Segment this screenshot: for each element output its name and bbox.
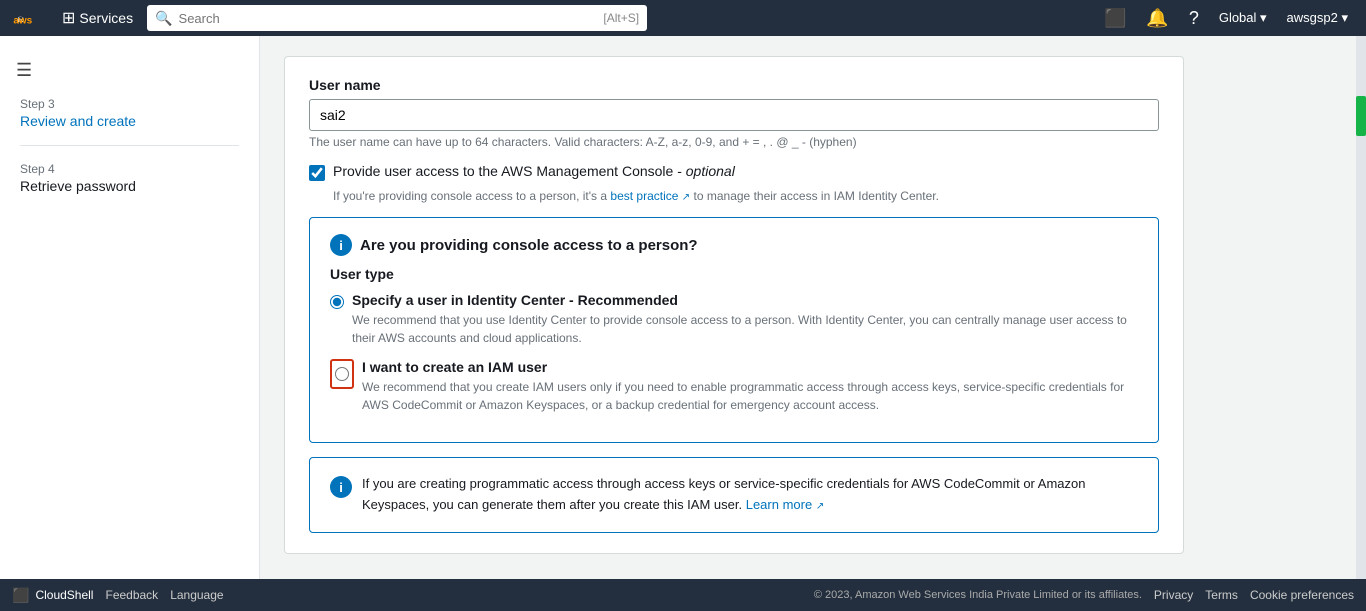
terms-link[interactable]: Terms bbox=[1205, 588, 1238, 602]
bell-icon[interactable]: 🔔 bbox=[1140, 6, 1174, 31]
info-card-title: i Are you providing console access to a … bbox=[330, 234, 1138, 256]
console-access-info-card: i Are you providing console access to a … bbox=[309, 217, 1159, 443]
radio-iam-user-label: I want to create an IAM user bbox=[362, 359, 1138, 375]
console-access-text: Provide user access to the AWS Managemen… bbox=[333, 163, 686, 179]
services-nav[interactable]: ⊞ Services bbox=[56, 8, 139, 28]
radio-identity-center-input[interactable] bbox=[330, 295, 344, 309]
best-practice-link[interactable]: best practice ↗ bbox=[610, 189, 690, 203]
radio-iam-user: I want to create an IAM user We recommen… bbox=[330, 359, 1138, 414]
step3-label: Step 3 bbox=[20, 97, 239, 111]
radio-identity-center-desc: We recommend that you use Identity Cente… bbox=[352, 311, 1138, 347]
content-area: User name The user name can have up to 6… bbox=[260, 36, 1356, 579]
copyright-text: © 2023, Amazon Web Services India Privat… bbox=[814, 589, 1142, 601]
sidebar-divider1 bbox=[20, 145, 239, 146]
radio-iam-user-input[interactable] bbox=[335, 367, 349, 381]
step4-label: Step 4 bbox=[20, 162, 239, 176]
cookies-link[interactable]: Cookie preferences bbox=[1250, 588, 1354, 602]
info-icon: i bbox=[330, 234, 352, 256]
user-menu[interactable]: awsgsp2 ▾ bbox=[1281, 8, 1354, 28]
cloudshell-icon: ⬛ bbox=[12, 587, 29, 604]
step4-title: Retrieve password bbox=[20, 178, 239, 194]
sidebar: ☰ Step 3 Review and create Step 4 Retrie… bbox=[0, 36, 260, 579]
search-shortcut: [Alt+S] bbox=[603, 11, 639, 25]
programmatic-info-card: i If you are creating programmatic acces… bbox=[309, 457, 1159, 533]
top-navigation: aws ⊞ Services 🔍 [Alt+S] ⬛ 🔔 ? Global ▾ … bbox=[0, 0, 1366, 36]
radio-iam-user-desc: We recommend that you create IAM users o… bbox=[362, 378, 1138, 414]
region-selector[interactable]: Global ▾ bbox=[1213, 8, 1273, 28]
aws-logo[interactable]: aws bbox=[12, 6, 48, 30]
grid-icon: ⊞ bbox=[62, 8, 75, 28]
search-input[interactable] bbox=[179, 11, 598, 26]
search-icon: 🔍 bbox=[155, 10, 172, 27]
terminal-icon[interactable]: ⬛ bbox=[1098, 6, 1132, 31]
language-link[interactable]: Language bbox=[170, 588, 223, 602]
learn-more-link[interactable]: Learn more ↗ bbox=[746, 497, 825, 512]
console-access-label: Provide user access to the AWS Managemen… bbox=[333, 163, 735, 179]
user-form-card: User name The user name can have up to 6… bbox=[284, 56, 1184, 554]
privacy-link[interactable]: Privacy bbox=[1154, 588, 1193, 602]
user-type-label: User type bbox=[330, 266, 1138, 282]
cloudshell-button[interactable]: ⬛ CloudShell bbox=[12, 587, 93, 604]
username-input[interactable] bbox=[309, 99, 1159, 131]
feedback-link[interactable]: Feedback bbox=[105, 588, 158, 602]
username-hint: The user name can have up to 64 characte… bbox=[309, 135, 1159, 149]
search-bar[interactable]: 🔍 [Alt+S] bbox=[147, 5, 647, 31]
help-icon[interactable]: ? bbox=[1183, 6, 1205, 31]
programmatic-info-text: If you are creating programmatic access … bbox=[362, 474, 1138, 516]
action-bar: Cancel Next bbox=[284, 570, 1224, 579]
radio-identity-center-label: Specify a user in Identity Center - Reco… bbox=[352, 292, 1138, 308]
svg-text:aws: aws bbox=[13, 16, 32, 27]
sidebar-toggle[interactable]: ☰ bbox=[0, 52, 259, 89]
username-label: User name bbox=[309, 77, 1159, 93]
cloudshell-label: CloudShell bbox=[35, 588, 93, 602]
radio-identity-center: Specify a user in Identity Center - Reco… bbox=[330, 292, 1138, 347]
optional-text: optional bbox=[686, 163, 735, 179]
sidebar-step4: Step 4 Retrieve password bbox=[0, 154, 259, 202]
console-hint: If you're providing console access to a … bbox=[333, 189, 1159, 203]
console-access-checkbox[interactable] bbox=[309, 165, 325, 181]
scrollbar-thumb[interactable] bbox=[1356, 96, 1366, 136]
info-icon-2: i bbox=[330, 476, 352, 498]
radio-iam-highlight bbox=[330, 359, 354, 389]
sidebar-step3: Step 3 Review and create bbox=[0, 89, 259, 137]
nav-right-actions: ⬛ 🔔 ? Global ▾ awsgsp2 ▾ bbox=[1098, 6, 1354, 31]
bottom-bar: ⬛ CloudShell Feedback Language © 2023, A… bbox=[0, 579, 1366, 611]
footer-right-links: Privacy Terms Cookie preferences bbox=[1154, 588, 1354, 602]
username-field-group: User name The user name can have up to 6… bbox=[309, 77, 1159, 149]
scrollbar-area bbox=[1356, 36, 1366, 579]
console-access-row: Provide user access to the AWS Managemen… bbox=[309, 163, 1159, 181]
step3-title: Review and create bbox=[20, 113, 239, 129]
services-label: Services bbox=[79, 10, 133, 26]
